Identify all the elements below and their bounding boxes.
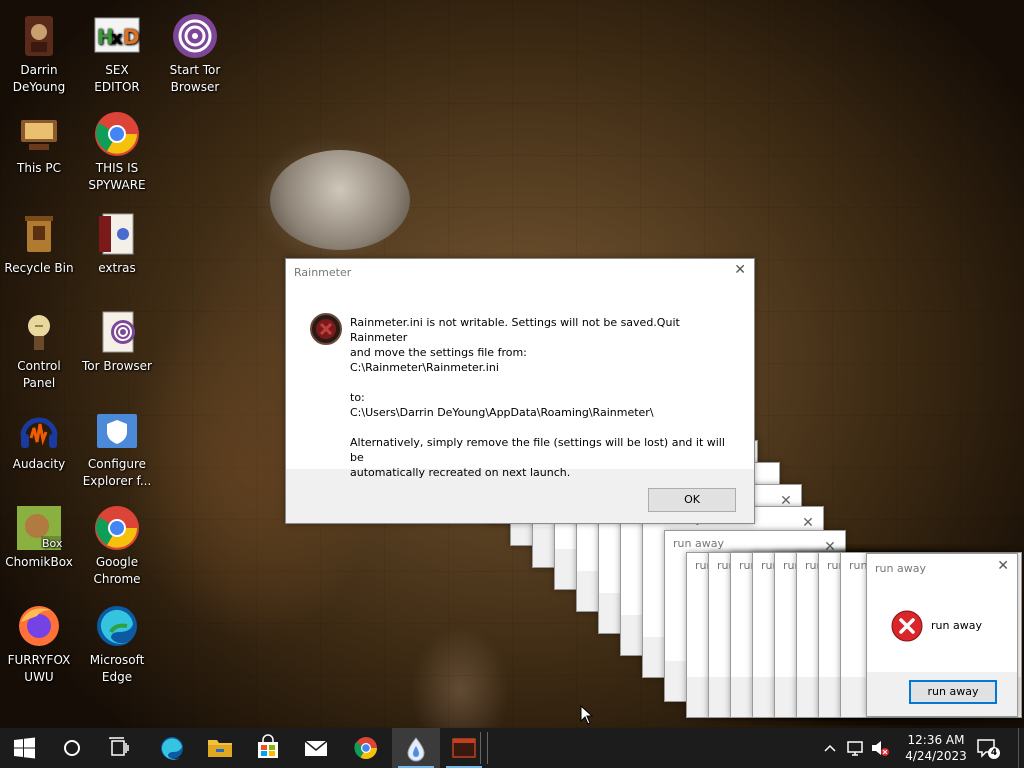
volume-muted-icon (872, 741, 889, 756)
taskbar-file-explorer[interactable] (196, 728, 244, 768)
firefox-icon (15, 602, 63, 650)
show-desktop-button[interactable] (1018, 728, 1024, 768)
chrome-icon (93, 110, 141, 158)
desktop-icon-recycle-bin[interactable]: Recycle Bin (0, 204, 78, 296)
rainmeter-error-icon (310, 313, 342, 345)
chrome-icon (354, 737, 377, 759)
desktop-icon-configure-explorer[interactable]: Configure Explorer f... (78, 400, 156, 492)
rainmeter-dialog[interactable]: Rainmeter ✕ Rainmeter.ini is not writabl… (285, 258, 755, 524)
ok-button[interactable]: OK (648, 488, 736, 512)
clock-date: 4/24/2023 (905, 749, 967, 763)
run-away-button[interactable]: run away (909, 680, 997, 704)
svg-text:Box: Box (42, 537, 63, 550)
audacity-icon (15, 406, 63, 454)
chrome-icon (93, 504, 141, 552)
search-button[interactable] (48, 728, 96, 768)
file-explorer-icon (208, 740, 232, 757)
desktop-icon-google-chrome[interactable]: Google Chrome (78, 498, 156, 590)
dialog-message: Rainmeter.ini is not writable. Settings … (350, 316, 725, 479)
taskbar-mail[interactable] (292, 728, 340, 768)
mouse-cursor-icon (580, 704, 594, 725)
desktop-icon-extras[interactable]: extras (78, 204, 156, 296)
clock-time: 12:36 AM (907, 733, 965, 747)
tor-browser-icon (93, 308, 141, 356)
task-view-button[interactable] (96, 728, 144, 768)
desktop-icon-control-panel[interactable]: Control Panel (0, 302, 78, 394)
hxd-editor-icon: HxD (93, 12, 141, 60)
desktop-background[interactable]: Darrin DeYoung This PC Recycle Bin Contr… (0, 0, 1024, 728)
close-icon[interactable]: ✕ (734, 262, 746, 278)
window-title: Rainmeter (294, 266, 352, 279)
control-panel-icon (15, 308, 63, 356)
desktop-icon-this-is-spyware[interactable]: THIS IS SPYWARE (78, 104, 156, 196)
taskbar-rainmeter[interactable] (392, 728, 440, 768)
notification-center-button[interactable]: 4 (972, 728, 1002, 768)
rainmeter-icon (407, 737, 425, 762)
wallpaper-hat (270, 150, 410, 250)
extras-folder-icon (93, 210, 141, 258)
taskbar: 12:36 AM 4/24/2023 4 (0, 728, 1024, 768)
desktop-icon-chomikbox[interactable]: Box ChomikBox (0, 498, 78, 590)
svg-text:D: D (123, 25, 140, 49)
taskbar-chrome[interactable] (342, 728, 390, 768)
chomikbox-icon: Box (15, 504, 63, 552)
taskbar-edge[interactable] (148, 728, 196, 768)
desktop-icon-this-pc[interactable]: This PC (0, 104, 78, 196)
store-icon (258, 734, 278, 758)
task-view-icon (109, 737, 129, 756)
desktop-icon-tor-browser[interactable]: Tor Browser (78, 302, 156, 394)
desktop-icon-audacity[interactable]: Audacity (0, 400, 78, 492)
desktop-icon-start-tor-browser[interactable]: Start Tor Browser (156, 6, 234, 98)
window-title: run away (673, 537, 724, 550)
desktop-icon-furryfox[interactable]: FURRYFOX UWU (0, 596, 78, 688)
cortana-circle-icon (64, 740, 80, 756)
network-icon (847, 741, 863, 756)
volume-button[interactable] (868, 728, 892, 768)
svg-text:x: x (111, 28, 123, 49)
user-folder-icon (15, 12, 63, 60)
network-button[interactable] (844, 728, 868, 768)
run-away-dialog[interactable]: run away ✕ run away run away (866, 553, 1018, 717)
window-title: run away (875, 562, 926, 575)
taskbar-overflow-grip (480, 732, 488, 764)
mail-icon (304, 740, 328, 756)
tor-browser-icon (171, 12, 219, 60)
taskbar-store[interactable] (244, 728, 292, 768)
chevron-up-icon (824, 744, 836, 752)
clock[interactable]: 12:36 AM 4/24/2023 (896, 732, 976, 764)
error-icon (891, 610, 923, 642)
windows-start-icon (14, 737, 35, 759)
edge-icon (93, 602, 141, 650)
dialog-message: run away (931, 619, 982, 632)
notification-count-badge: 4 (988, 747, 1000, 759)
desktop-icon-sex-editor[interactable]: HxD SEX EDITOR (78, 6, 156, 98)
edge-icon (161, 737, 183, 760)
recycle-bin-icon (15, 210, 63, 258)
desktop-icon-darrin-deyoung[interactable]: Darrin DeYoung (0, 6, 78, 98)
close-icon[interactable]: ✕ (997, 558, 1009, 574)
start-button[interactable] (0, 728, 48, 768)
shield-icon (93, 406, 141, 454)
show-hidden-icons-button[interactable] (820, 728, 840, 768)
desktop-icon-microsoft-edge[interactable]: Microsoft Edge (78, 596, 156, 688)
this-pc-icon (15, 110, 63, 158)
